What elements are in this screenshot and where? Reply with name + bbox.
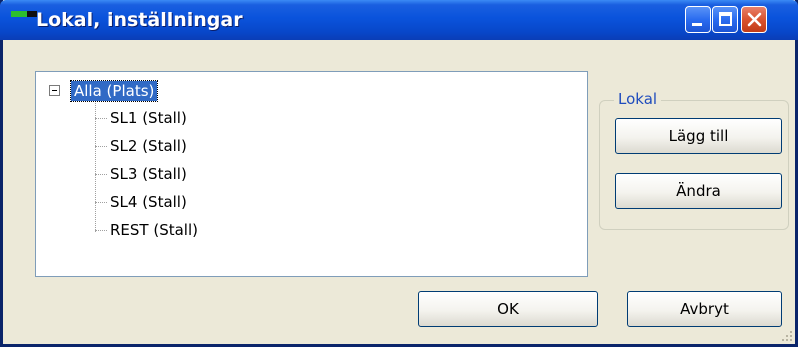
tree-connector	[95, 100, 96, 232]
location-tree[interactable]: Alla (Plats) SL1 (Stall) SL2 (Stall) SL3…	[35, 71, 588, 277]
tree-node-sl3[interactable]: SL3 (Stall)	[110, 165, 187, 183]
groupbox-label: Lokal	[614, 89, 662, 109]
close-icon	[747, 12, 762, 27]
dialog-window: Lokal, inställningar Alla (Plats) SL1 (S…	[0, 0, 798, 347]
collapse-icon[interactable]	[49, 85, 60, 96]
maximize-icon	[719, 12, 732, 26]
tree-root-node[interactable]: Alla (Plats)	[69, 80, 159, 102]
tree-connector	[95, 146, 107, 147]
tree-node-sl1[interactable]: SL1 (Stall)	[110, 109, 187, 127]
add-button[interactable]: Lägg till	[615, 118, 782, 154]
title-bar[interactable]: Lokal, inställningar	[0, 0, 798, 40]
tree-node-sl4[interactable]: SL4 (Stall)	[110, 193, 187, 211]
close-button[interactable]	[741, 6, 767, 33]
cancel-button[interactable]: Avbryt	[627, 291, 782, 327]
tree-connector	[95, 202, 107, 203]
tree-node-rest[interactable]: REST (Stall)	[110, 221, 198, 239]
edit-button[interactable]: Ändra	[615, 173, 782, 209]
window-title: Lokal, inställningar	[36, 9, 243, 31]
maximize-button[interactable]	[712, 6, 738, 33]
ok-button[interactable]: OK	[418, 291, 598, 327]
minimize-icon	[692, 23, 702, 26]
tree-connector	[95, 118, 107, 119]
minimize-button[interactable]	[685, 6, 711, 33]
tree-node-sl2[interactable]: SL2 (Stall)	[110, 137, 187, 155]
tree-connector	[95, 230, 107, 231]
app-icon	[11, 11, 37, 17]
tree-connector	[95, 174, 107, 175]
resize-grip-icon[interactable]	[781, 330, 793, 342]
